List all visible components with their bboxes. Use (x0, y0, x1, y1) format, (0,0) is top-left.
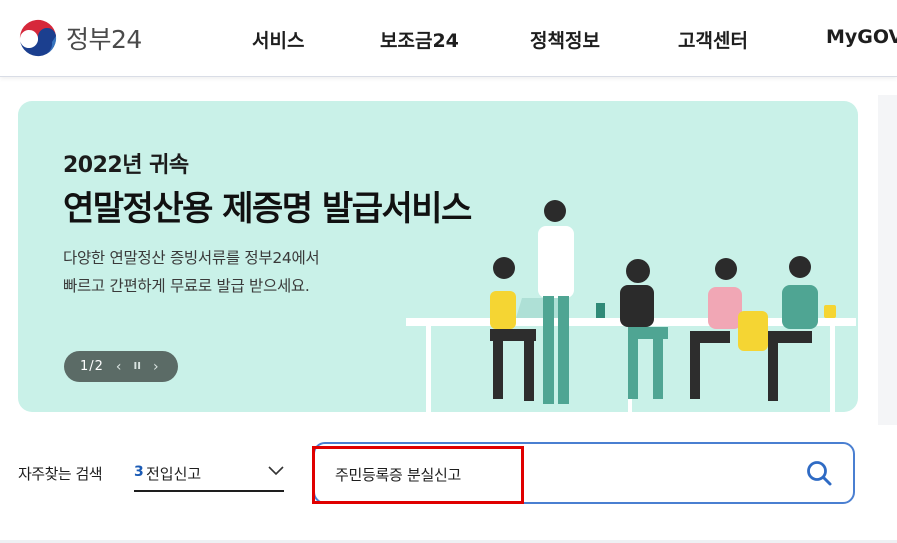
office-people-illustration (406, 200, 856, 412)
next-slide-icon[interactable]: › (153, 359, 159, 375)
pause-icon[interactable]: II (134, 361, 141, 372)
nav-policy-info[interactable]: 정책정보 (530, 26, 600, 53)
banner-pager: 1/2 ‹ II › (64, 351, 178, 382)
nav-mygov[interactable]: MyGOV (826, 26, 897, 48)
frequent-search-term: 전입신고 (146, 465, 202, 483)
search-box (313, 442, 855, 504)
prev-slide-icon[interactable]: ‹ (116, 359, 122, 375)
pager-count: 1/2 (80, 359, 104, 374)
search-icon[interactable] (805, 459, 833, 487)
logo[interactable]: 정부24 (16, 16, 146, 60)
nav-subsidy24[interactable]: 보조금24 (380, 26, 459, 53)
banner-subtitle: 2022년 귀속 (63, 153, 189, 178)
banner-desc-line: 빠르고 간편하게 무료로 발급 받으세요. (63, 277, 310, 295)
search-input[interactable] (335, 458, 735, 490)
taegeuk-logo-icon (18, 18, 58, 58)
frequent-search-select[interactable]: 3 전입신고 (134, 452, 284, 492)
banner-desc-line: 다양한 연말정산 증빙서류를 정부24에서 (63, 249, 320, 267)
banner-description: 다양한 연말정산 증빙서류를 정부24에서 빠르고 간편하게 무료로 발급 받으… (63, 244, 320, 300)
chevron-down-icon (268, 466, 284, 476)
nav-services[interactable]: 서비스 (252, 26, 304, 53)
frequent-search-label: 자주찾는 검색 (18, 465, 103, 483)
side-panel-edge (878, 95, 897, 425)
promo-banner[interactable]: 2022년 귀속 연말정산용 제증명 발급서비스 다양한 연말정산 증빙서류를 … (18, 101, 858, 412)
frequent-search-rank: 3 (134, 464, 144, 480)
logo-text: 정부24 (66, 25, 142, 54)
nav-customer-center[interactable]: 고객센터 (678, 26, 748, 53)
site-header: 정부24 서비스 보조금24 정책정보 고객센터 MyGOV (0, 0, 897, 77)
